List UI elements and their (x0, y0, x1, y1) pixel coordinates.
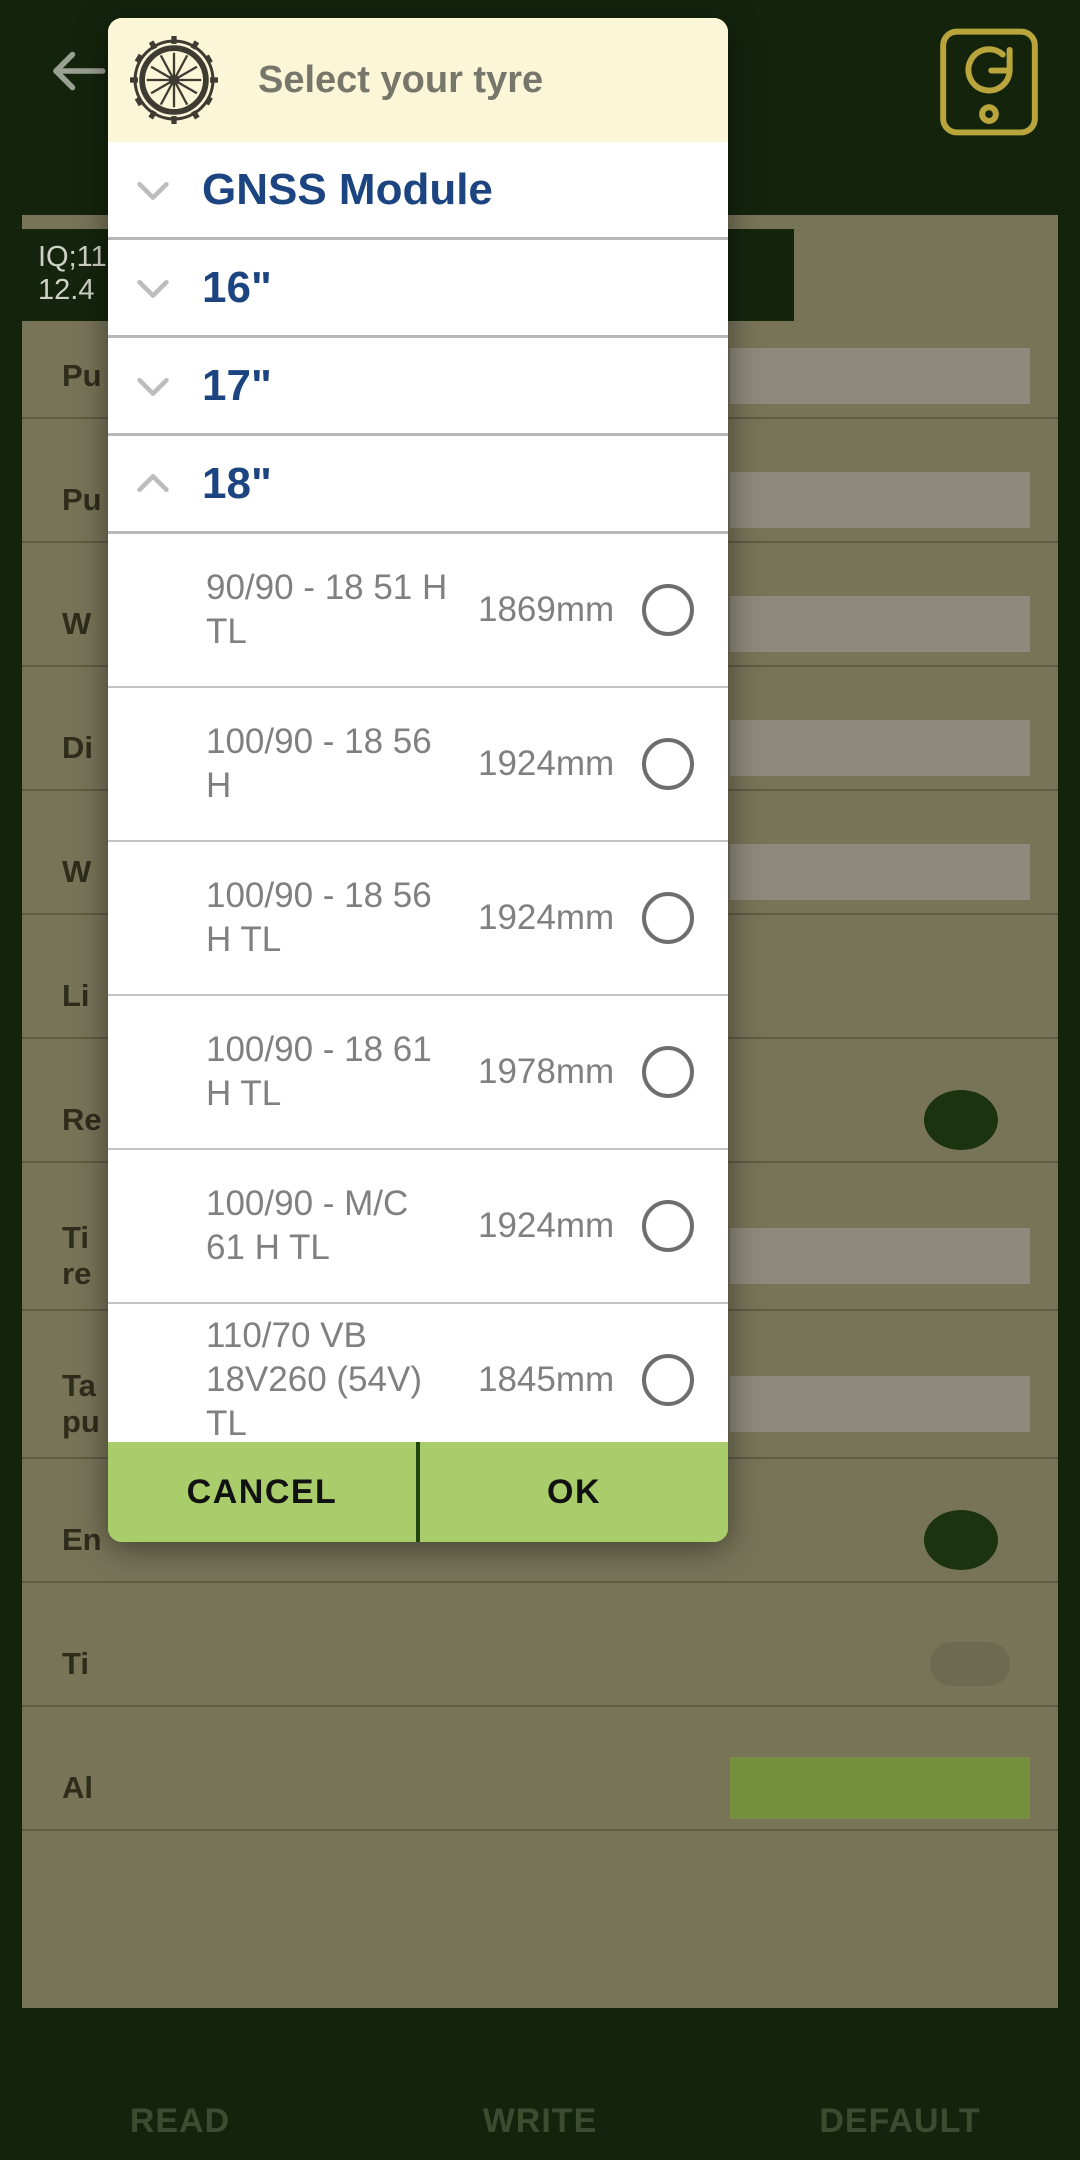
settings-row-label: Ta pu (62, 1368, 100, 1439)
tyre-list-item[interactable]: 100/90 - 18 61 H TL 1978mm (108, 996, 728, 1150)
tyre-radio-button[interactable] (642, 1200, 694, 1252)
tyre-group-list[interactable]: GNSS Module 16" 17" 18" 90/90 - 18 51 H TL 18… (108, 142, 728, 1442)
tyre-radio-button[interactable] (642, 584, 694, 636)
tyre-circumference: 1978mm (478, 1052, 615, 1091)
settings-row-label: Di (62, 730, 93, 765)
settings-row-label: Li (62, 978, 90, 1013)
tyre-group-header[interactable]: 17" (108, 338, 728, 436)
tyre-name: 100/90 - 18 61 H TL (206, 1030, 432, 1113)
chevron-down-icon[interactable] (130, 265, 176, 311)
tyre-group-header[interactable]: 16" (108, 240, 728, 338)
settings-row-input[interactable] (730, 348, 1030, 404)
tyre-circumference: 1924mm (478, 1206, 615, 1245)
chevron-down-icon[interactable] (130, 363, 176, 409)
cancel-button[interactable]: CANCEL (108, 1442, 416, 1542)
tyre-circumference: 1845mm (478, 1360, 615, 1399)
dialog-actions: CANCEL OK (108, 1442, 728, 1542)
bottom-action-bar: READ WRITE DEFAULT (0, 2008, 1080, 2160)
chevron-up-icon[interactable] (130, 461, 176, 507)
settings-row-label: W (62, 854, 92, 889)
tyre-name: 100/90 - 18 56 H (206, 722, 432, 805)
tyre-list-item[interactable]: 110/70 VB 18V260 (54V) TL 1845mm (108, 1304, 728, 1442)
tyre-group-label: 17" (202, 360, 272, 410)
tyre-radio-button[interactable] (642, 892, 694, 944)
tyre-name: 100/90 - 18 56 H TL (206, 876, 432, 959)
tyre-group-label: 18" (202, 458, 272, 508)
settings-row-indicator (924, 1510, 998, 1570)
tyre-name: 100/90 - M/C 61 H TL (206, 1184, 409, 1267)
read-button[interactable]: READ (0, 2008, 360, 2160)
settings-row-input[interactable] (730, 596, 1030, 652)
settings-row-input[interactable] (730, 1376, 1030, 1432)
settings-row-label: Pu (62, 358, 102, 393)
settings-row-input[interactable] (730, 1228, 1030, 1284)
settings-row-label: Ti (62, 1646, 89, 1681)
tyre-name: 90/90 - 18 51 H TL (206, 568, 448, 651)
select-tyre-dialog: Select your tyre GNSS Module 16" 17" 18" 90/… (108, 18, 728, 1542)
settings-row-toggle[interactable] (930, 1642, 1010, 1686)
tyre-group-label: GNSS Module (202, 164, 493, 214)
tyre-circumference: 1869mm (478, 590, 615, 629)
tyre-radio-button[interactable] (642, 738, 694, 790)
tyre-list-item[interactable]: 100/90 - 18 56 H 1924mm (108, 688, 728, 842)
tyre-list-item[interactable]: 100/90 - 18 56 H TL 1924mm (108, 842, 728, 996)
tyre-icon (130, 36, 218, 124)
arrow-left-icon[interactable] (42, 38, 114, 104)
settings-row-action[interactable] (730, 1757, 1030, 1819)
settings-row-label: Al (62, 1770, 93, 1805)
settings-row[interactable]: Ti (22, 1623, 1058, 1707)
settings-row-label: En (62, 1522, 102, 1557)
settings-row-label: W (62, 606, 92, 641)
write-button[interactable]: WRITE (360, 2008, 720, 2160)
tyre-group-label: 16" (202, 262, 272, 312)
save-refresh-icon[interactable] (934, 22, 1044, 142)
settings-row-input[interactable] (730, 720, 1030, 776)
settings-row-input[interactable] (730, 844, 1030, 900)
tyre-list-item[interactable]: 100/90 - M/C 61 H TL 1924mm (108, 1150, 728, 1304)
ok-button[interactable]: OK (416, 1442, 728, 1542)
tyre-circumference: 1924mm (478, 898, 615, 937)
tyre-radio-button[interactable] (642, 1354, 694, 1406)
dialog-header: Select your tyre (108, 18, 728, 142)
settings-row-label: Pu (62, 482, 102, 517)
settings-row-input[interactable] (730, 472, 1030, 528)
tyre-group-header[interactable]: 18" (108, 436, 728, 534)
tyre-circumference: 1924mm (478, 744, 615, 783)
settings-row-label: Re (62, 1102, 102, 1137)
page-title: Select your tyre (258, 58, 544, 101)
tyre-radio-button[interactable] (642, 1046, 694, 1098)
settings-row[interactable]: Al (22, 1747, 1058, 1831)
chevron-down-icon[interactable] (130, 167, 176, 213)
settings-row-label: Ti re (62, 1220, 92, 1291)
tyre-list-item[interactable]: 90/90 - 18 51 H TL 1869mm (108, 534, 728, 688)
settings-row-indicator (924, 1090, 998, 1150)
tyre-name: 110/70 VB 18V260 (54V) TL (206, 1316, 422, 1442)
tyre-group-header[interactable]: GNSS Module (108, 142, 728, 240)
default-button[interactable]: DEFAULT (720, 2008, 1080, 2160)
